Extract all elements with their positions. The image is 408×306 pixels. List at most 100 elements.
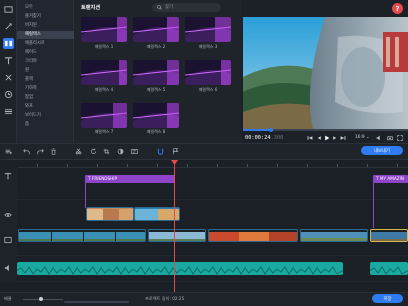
timeline-scrollbar[interactable] xyxy=(64,301,129,303)
ruler-tick xyxy=(277,164,278,167)
category-8[interactable]: 플랙 xyxy=(17,76,74,84)
playhead[interactable] xyxy=(174,160,175,292)
audio-clip[interactable] xyxy=(370,262,408,275)
transition-tile[interactable] xyxy=(185,17,231,42)
tile-label: 패럴랙스 2 xyxy=(146,44,166,49)
playback-progress[interactable] xyxy=(243,129,408,131)
zoom-slider-handle[interactable] xyxy=(39,297,43,301)
fullscreen-icon[interactable] xyxy=(396,134,403,141)
transition-tile[interactable] xyxy=(81,60,127,85)
overlay-clip[interactable] xyxy=(86,207,134,221)
help-button[interactable]: ? xyxy=(392,3,403,14)
category-geometric[interactable]: 기하학 xyxy=(17,85,74,93)
timecode-ms: .300 xyxy=(270,135,284,141)
timecode-main: 00:00:24 xyxy=(245,135,271,141)
ruler-tick xyxy=(127,164,128,167)
stickers-icon[interactable] xyxy=(3,72,14,83)
title-clip-label: MY AMAZIN xyxy=(379,176,404,181)
ruler-tick xyxy=(37,164,38,167)
tool-strip xyxy=(0,0,17,143)
split-icon[interactable] xyxy=(74,147,82,155)
tile-label: 패럴랙스 4 xyxy=(94,87,114,92)
tile-label: 패럴랙스 3 xyxy=(198,44,218,49)
ruler-tick xyxy=(187,164,188,167)
step-back-icon[interactable] xyxy=(315,134,322,141)
video-clip[interactable] xyxy=(208,229,298,242)
ruler-tick xyxy=(217,164,218,167)
step-forward-icon[interactable] xyxy=(331,134,338,141)
add-track-icon[interactable] xyxy=(4,147,12,155)
category-12[interactable]: 보이드기 xyxy=(17,112,74,120)
transition-tile[interactable] xyxy=(81,103,127,128)
zoom-label: 배율 xyxy=(4,296,12,301)
title-clip[interactable]: T FRIENDSHIP xyxy=(85,175,175,183)
category-installed[interactable]: 비치된 xyxy=(17,22,74,30)
time-ruler[interactable] xyxy=(17,160,408,168)
library-title: 트랜지션 xyxy=(81,5,101,11)
skip-end-icon[interactable] xyxy=(339,134,346,141)
title-clip-label: FRIENDSHIP xyxy=(91,176,118,181)
speaker-icon[interactable] xyxy=(4,264,12,272)
marker-icon[interactable] xyxy=(171,147,179,155)
titles-icon[interactable] xyxy=(3,55,14,66)
transition-tile[interactable] xyxy=(81,17,127,42)
title-lane xyxy=(17,168,408,200)
delete-icon[interactable] xyxy=(49,147,57,155)
clip-properties-icon[interactable] xyxy=(130,147,138,155)
title-track-icon xyxy=(4,173,12,180)
redo-icon[interactable] xyxy=(36,147,44,155)
category-warp[interactable]: 와프 xyxy=(17,103,74,111)
media-files-icon[interactable] xyxy=(3,4,14,15)
magnet-icon[interactable] xyxy=(156,147,164,155)
ruler-tick xyxy=(97,164,98,167)
overlay-lane xyxy=(17,200,408,230)
audio-track-header xyxy=(0,256,17,282)
export-button[interactable]: 내보내기 xyxy=(361,146,403,155)
rotate-icon[interactable] xyxy=(89,147,97,155)
zoom-slider[interactable] xyxy=(23,299,63,300)
crop-icon[interactable] xyxy=(102,147,110,155)
video-clip[interactable] xyxy=(300,229,368,242)
title-clip[interactable]: T MY AMAZIN xyxy=(373,175,408,183)
ruler-tick xyxy=(397,164,398,167)
category-zoom[interactable]: 줌 xyxy=(17,121,74,129)
playback-progress-fill xyxy=(243,129,271,131)
transition-tile[interactable] xyxy=(185,60,231,85)
skip-start-icon[interactable] xyxy=(306,134,313,141)
color-adjust-icon[interactable] xyxy=(116,147,124,155)
category-fade[interactable]: 페이드 xyxy=(17,49,74,57)
aspect-ratio-select[interactable]: 16:9 ⌄ xyxy=(355,135,370,140)
volume-icon[interactable] xyxy=(375,134,382,141)
transition-tile[interactable] xyxy=(133,60,179,85)
undo-icon[interactable] xyxy=(22,147,30,155)
video-track-icon xyxy=(4,237,12,243)
category-popup[interactable]: 팝업 xyxy=(17,94,74,102)
category-parallax[interactable]: 패럴랙스 xyxy=(17,31,74,39)
video-preview xyxy=(243,17,408,129)
transitions-icon[interactable] xyxy=(3,38,14,49)
eye-icon[interactable] xyxy=(4,211,12,219)
category-all[interactable]: 모두 xyxy=(17,4,74,12)
ruler-tick xyxy=(337,164,338,167)
search-box[interactable] xyxy=(152,3,221,12)
search-input[interactable] xyxy=(165,4,215,11)
transition-tile[interactable] xyxy=(133,17,179,42)
clock-icon[interactable] xyxy=(3,89,14,100)
category-favorites[interactable]: 즐겨찾기 xyxy=(17,13,74,21)
snapshot-icon[interactable] xyxy=(386,134,393,141)
video-clip[interactable] xyxy=(370,229,408,242)
video-clip[interactable] xyxy=(18,229,146,242)
category-6[interactable]: 크리야 xyxy=(17,58,74,66)
audio-clip[interactable] xyxy=(17,262,343,275)
more-tools-icon[interactable] xyxy=(3,106,14,117)
filters-icon[interactable] xyxy=(3,21,14,32)
save-button[interactable]: 저장 xyxy=(372,294,403,303)
category-4[interactable]: 애플리시프 xyxy=(17,40,74,48)
category-circle[interactable]: 원 xyxy=(17,67,74,75)
tile-label: 패럴랙스 1 xyxy=(94,44,114,49)
scrub-handle[interactable] xyxy=(269,128,273,132)
transition-tile[interactable] xyxy=(133,103,179,128)
project-duration: 프로젝트 길이: 02:25 xyxy=(145,296,185,301)
play-icon[interactable] xyxy=(323,134,330,141)
video-clip[interactable] xyxy=(148,229,206,242)
